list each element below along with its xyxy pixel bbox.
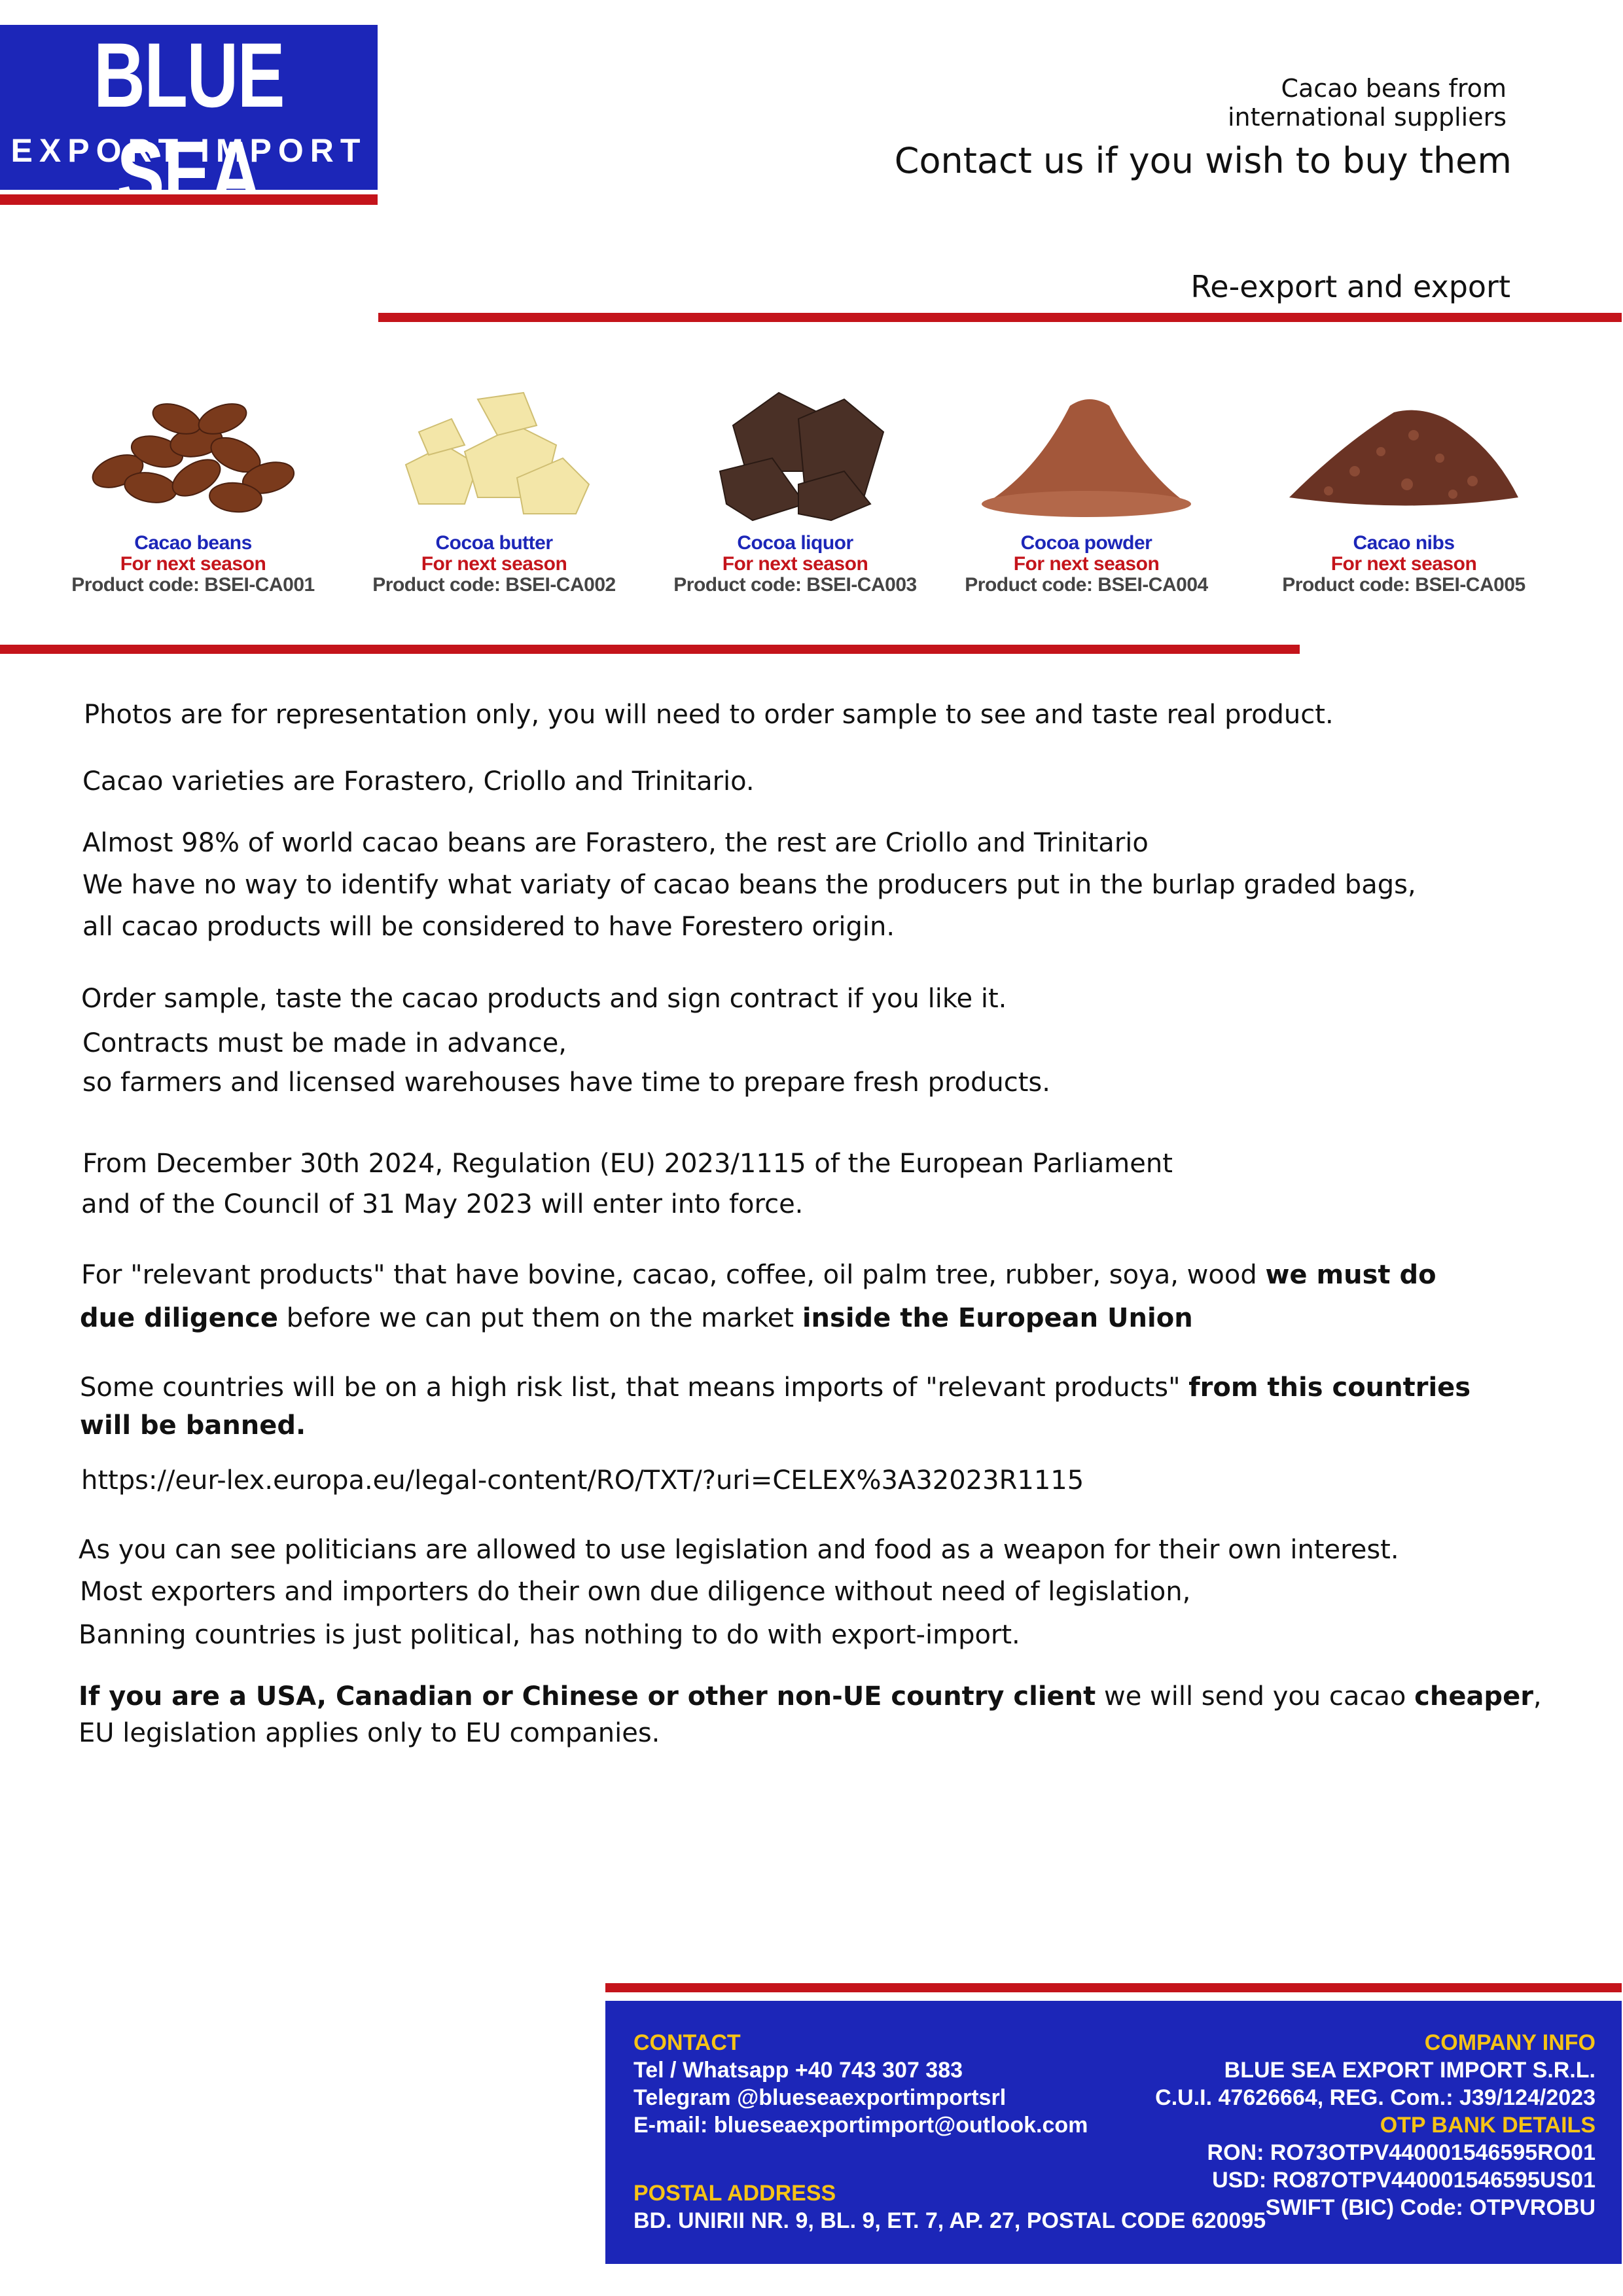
product-card-cacao-nibs: Cacao nibs For next season Product code:… [1276,373,1531,596]
bold-run: from this countries [1188,1372,1471,1403]
product-season: For next season [1013,553,1160,575]
contact-email[interactable]: E-mail: blueseaexportimport@outlook.com [633,2111,1088,2139]
logo-title: BLUE SEA [93,24,285,224]
paragraph-forastero-1: Almost 98% of world cacao beans are Fora… [82,828,1149,858]
header-subtitle-2: international suppliers [1228,103,1507,132]
product-name: Cocoa liquor [737,532,853,554]
text-run: , [1533,1681,1542,1712]
paragraph-photos: Photos are for representation only, you … [84,700,1334,730]
text-run: For "relevant products" that have bovine… [81,1260,1266,1290]
paragraph-politics-2: Most exporters and importers do their ow… [80,1577,1191,1607]
paragraph-order-2: Contracts must be made in advance, [82,1028,567,1058]
product-season: For next season [1330,553,1477,575]
bold-run: we must do [1265,1260,1436,1290]
header-subtitle-1: Cacao beans from [1281,74,1507,103]
product-name: Cacao beans [134,532,252,554]
regulation-link[interactable]: https://eur-lex.europa.eu/legal-content/… [81,1460,1084,1501]
product-name: Cacao nibs [1353,532,1455,554]
paragraph-nonue-1: If you are a USA, Canadian or Chinese or… [79,1676,1542,1717]
company-name: BLUE SEA EXPORT IMPORT S.R.L. [1224,2058,1596,2083]
product-code: Product code: BSEI-CA005 [1282,574,1525,596]
logo-subtitle: EXPORT IMPORT [10,132,367,169]
bold-run: cheaper [1414,1681,1533,1712]
paragraph-relevant-1: For "relevant products" that have bovine… [81,1254,1436,1296]
product-code: Product code: BSEI-CA001 [71,574,315,596]
product-card-cocoa-butter: Cocoa butter For next season Product cod… [366,373,622,596]
paragraph-order-3: so farmers and licensed warehouses have … [82,1067,1050,1098]
product-card-cocoa-powder: Cocoa powder For next season Product cod… [959,373,1214,596]
logo-underline [0,194,378,205]
divider-top [378,313,1622,322]
paragraph-politics-1: As you can see politicians are allowed t… [79,1535,1399,1565]
divider-middle [0,645,1300,654]
paragraph-risk-1: Some countries will be on a high risk li… [80,1367,1471,1408]
footer-company: COMPANY INFO BLUE SEA EXPORT IMPORT S.R.… [1155,2029,1596,2221]
text-run: we will send you cacao [1096,1681,1415,1712]
paragraph-order-1: Order sample, taste the cacao products a… [81,984,1007,1014]
section-heading: Re-export and export [1190,269,1510,304]
footer-divider [605,1983,1622,1992]
paragraph-regulation-2: and of the Council of 31 May 2023 will e… [81,1189,804,1219]
paragraph-varieties: Cacao varieties are Forastero, Criollo a… [82,766,755,797]
company-heading: COMPANY INFO [1424,2030,1596,2055]
paragraph-forastero-2: We have no way to identify what variaty … [82,870,1416,900]
product-code: Product code: BSEI-CA003 [673,574,917,596]
bank-swift: SWIFT (BIC) Code: OTPVROBU [1265,2195,1596,2220]
product-code: Product code: BSEI-CA004 [965,574,1208,596]
product-card-cacao-beans: Cacao beans For next season Product code… [65,373,321,596]
bold-run: will be banned. [80,1410,306,1441]
company-registration: C.U.I. 47626664, REG. Com.: J39/124/2023 [1155,2085,1596,2110]
text-run: Some countries will be on a high risk li… [80,1372,1189,1403]
bold-run: due diligence [80,1303,279,1333]
paragraph-politics-3: Banning countries is just political, has… [79,1620,1020,1650]
product-name: Cocoa powder [1020,532,1152,554]
contact-heading: CONTACT [633,2030,741,2055]
product-name: Cocoa butter [435,532,553,554]
paragraph-risk-2: will be banned. [80,1405,306,1446]
cocoa-liquor-image [668,373,923,524]
paragraph-relevant-2: due diligence before we can put them on … [80,1297,1193,1339]
cocoa-powder-image [959,373,1214,524]
bank-heading: OTP BANK DETAILS [1380,2113,1596,2138]
cacao-nibs-image [1276,373,1531,524]
footer-contact: CONTACT Tel / Whatsapp +40 743 307 383 T… [633,2029,1088,2139]
contact-phone[interactable]: Tel / Whatsapp +40 743 307 383 [633,2056,1088,2084]
bold-run: inside the European Union [802,1303,1193,1333]
paragraph-regulation-1: From December 30th 2024, Regulation (EU)… [82,1149,1173,1179]
product-code: Product code: BSEI-CA002 [372,574,616,596]
product-season: For next season [421,553,567,575]
cacao-beans-image [65,373,321,524]
bank-ron: RON: RO73OTPV440001546595RO01 [1207,2140,1596,2165]
bank-usd: USD: RO87OTPV440001546595US01 [1212,2168,1596,2193]
text-run: before we can put them on the market [278,1303,802,1333]
bold-run: If you are a USA, Canadian or Chinese or… [79,1681,1096,1712]
product-season: For next season [722,553,868,575]
header-title: Contact us if you wish to buy them [894,140,1512,181]
product-season: For next season [120,553,266,575]
paragraph-forastero-3: all cacao products will be considered to… [82,912,895,942]
paragraph-nonue-2: EU legislation applies only to EU compan… [79,1718,660,1748]
contact-telegram[interactable]: Telegram @blueseaexportimportsrl [633,2084,1088,2111]
cocoa-butter-image [366,373,622,524]
product-card-cocoa-liquor: Cocoa liquor For next season Product cod… [668,373,923,596]
